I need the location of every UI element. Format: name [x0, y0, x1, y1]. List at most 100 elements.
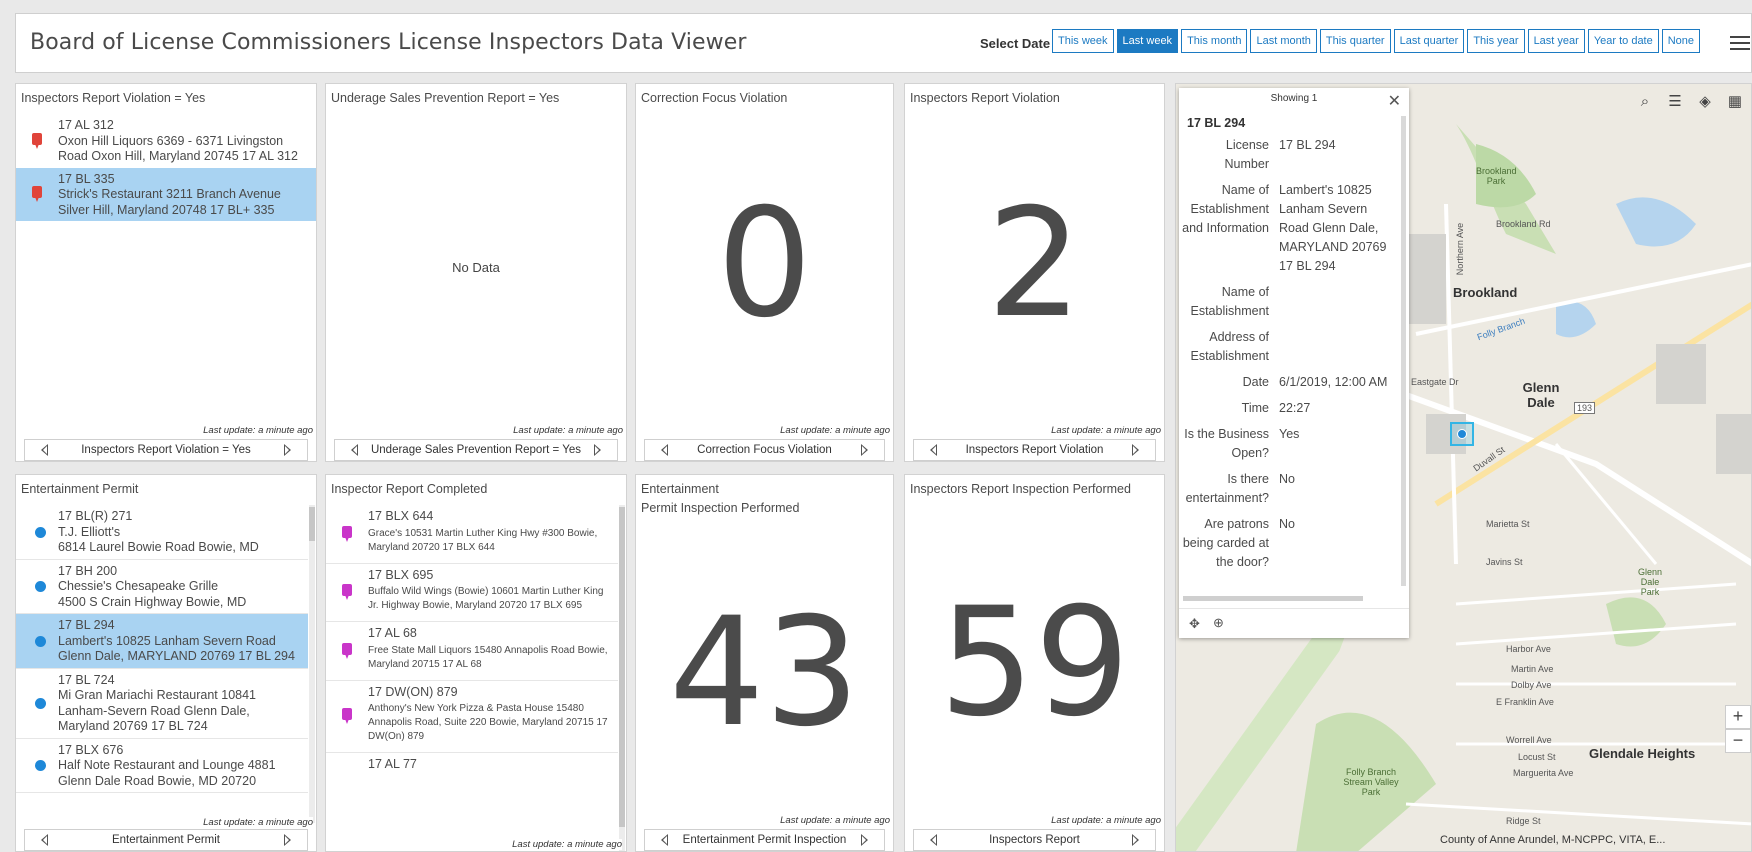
- indicator-value: 2: [986, 177, 1083, 351]
- zoom-to-icon[interactable]: ⊕: [1213, 615, 1224, 631]
- panel-footer-nav: Correction Focus Violation: [644, 439, 885, 461]
- prev-arrow-icon[interactable]: [930, 834, 937, 846]
- close-icon[interactable]: ✕: [1388, 91, 1401, 111]
- select-date-label: Select Date: [980, 36, 1051, 51]
- date-btn-last-month[interactable]: Last month: [1250, 29, 1317, 53]
- map-pin-icon: [342, 584, 352, 601]
- list-item[interactable]: 17 BL(R) 271 T.J. Elliott's 6814 Laurel …: [16, 505, 308, 560]
- prev-arrow-icon[interactable]: [930, 444, 937, 456]
- list-item-selected[interactable]: 17 BL 294 Lambert's 10825 Lanham Severn …: [16, 614, 308, 669]
- last-update-text: Last update: a minute ago: [780, 815, 890, 826]
- panel-footer-nav: Inspectors Report Violation = Yes: [24, 439, 308, 461]
- date-btn-year-to-date[interactable]: Year to date: [1587, 29, 1659, 53]
- next-arrow-icon[interactable]: [284, 444, 291, 456]
- hamburger-menu-icon[interactable]: [1730, 32, 1750, 52]
- next-arrow-icon[interactable]: [1132, 834, 1139, 846]
- list-item[interactable]: 17 DW(ON) 879 Anthony's New York Pizza &…: [326, 681, 618, 753]
- attr-row: Name of Establishment: [1190, 285, 1269, 318]
- last-update-text: Last update: a minute ago: [1051, 815, 1161, 826]
- map-toolbar: ⌕ ☰ ◈ ▦: [1637, 94, 1743, 110]
- legend-icon[interactable]: ☰: [1667, 94, 1683, 110]
- panel-title: Inspectors Report Inspection Performed: [910, 482, 1131, 496]
- next-arrow-icon[interactable]: [594, 444, 601, 456]
- map-label: Glenn Dale Park: [1637, 567, 1663, 597]
- list-scrollbar[interactable]: [619, 505, 625, 851]
- popup-attribute-table: License Number 17 BL 294 Name of Establis…: [1179, 136, 1401, 579]
- list-scrollbar[interactable]: [309, 505, 315, 823]
- building: [1716, 414, 1751, 474]
- map-label: Glenn Dale: [1522, 380, 1560, 410]
- attr-row: Is there entertainment? No: [1185, 472, 1295, 505]
- panel-inspector-report-completed: Inspector Report Completed 17 BLX 644 Gr…: [325, 474, 627, 852]
- map-pin-icon: [32, 132, 42, 149]
- footer-label: Inspectors Report Violation: [965, 444, 1104, 456]
- panel-subtitle: Permit Inspection Performed: [641, 501, 800, 515]
- panel-underage-sales: Underage Sales Prevention Report = Yes N…: [325, 83, 627, 462]
- list-item[interactable]: 17 BL 724 Mi Gran Mariachi Restaurant 10…: [16, 669, 308, 739]
- panel-title: Correction Focus Violation: [641, 91, 788, 105]
- next-arrow-icon[interactable]: [284, 834, 291, 846]
- list-item[interactable]: 17 AL 77: [326, 753, 618, 776]
- footer-label: Correction Focus Violation: [697, 444, 832, 456]
- popup-toolbar: ✥ ⊕: [1179, 608, 1409, 638]
- panel-violation-yes: Inspectors Report Violation = Yes 17 AL …: [15, 83, 317, 462]
- list-item[interactable]: 17 AL 68 Free State Mall Liquors 15480 A…: [326, 622, 618, 681]
- list-item-selected[interactable]: 17 BL 335 Strick's Restaurant 3211 Branc…: [16, 167, 316, 221]
- attr-row: Date 6/1/2019, 12:00 AM: [1242, 375, 1388, 389]
- panel-title: Inspectors Report Violation = Yes: [21, 91, 206, 105]
- panel-footer-nav: Entertainment Permit Inspection: [644, 829, 885, 851]
- next-arrow-icon[interactable]: [1132, 444, 1139, 456]
- pan-icon[interactable]: ✥: [1189, 616, 1200, 632]
- panel-entertainment-inspection: Entertainment Permit Inspection Performe…: [635, 474, 894, 852]
- popup-scrollbar[interactable]: [1401, 116, 1406, 586]
- point-marker-icon[interactable]: [1457, 429, 1467, 439]
- map-label: Martin Ave: [1511, 664, 1554, 674]
- date-btn-last-quarter[interactable]: Last quarter: [1393, 29, 1465, 53]
- search-icon[interactable]: ⌕: [1637, 94, 1653, 110]
- list-item[interactable]: 17 BLX 644 Grace's 10531 Martin Luther K…: [326, 505, 618, 564]
- zoom-out-button[interactable]: −: [1725, 729, 1751, 753]
- map-label: Marguerita Ave: [1513, 768, 1574, 778]
- point-marker-icon: [35, 760, 46, 772]
- last-update-text: Last update: a minute ago: [203, 425, 313, 436]
- indicator-value: 0: [716, 177, 813, 351]
- map-label: Glendale Heights: [1589, 746, 1696, 761]
- list-item[interactable]: 17 BLX 676 Half Note Restaurant and Loun…: [16, 739, 308, 793]
- prev-arrow-icon[interactable]: [661, 834, 668, 846]
- list-item[interactable]: 17 BLX 695 Buffalo Wild Wings (Bowie) 10…: [326, 564, 618, 622]
- map-label: Javins St: [1486, 557, 1523, 567]
- last-update-text: Last update: a minute ago: [512, 839, 622, 850]
- attr-row: Address of Establishment: [1190, 330, 1269, 363]
- selected-feature-highlight[interactable]: [1450, 422, 1474, 446]
- map-label: Dolby Ave: [1511, 680, 1552, 690]
- map-label: Brookland Park: [1476, 166, 1517, 186]
- basemap-gallery-icon[interactable]: ▦: [1727, 94, 1743, 110]
- next-arrow-icon[interactable]: [861, 444, 868, 456]
- date-btn-this-week[interactable]: This week: [1052, 29, 1114, 53]
- zoom-in-button[interactable]: +: [1725, 705, 1751, 729]
- date-btn-this-month[interactable]: This month: [1181, 29, 1248, 53]
- prev-arrow-icon[interactable]: [41, 834, 48, 846]
- list-item[interactable]: 17 BH 200 Chessie's Chesapeake Grille 45…: [16, 560, 308, 614]
- panel-correction-focus: Correction Focus Violation 0 Last update…: [635, 83, 894, 462]
- feature-popup: Showing 1 ✕ 17 BL 294 License Number 17 B…: [1179, 88, 1409, 638]
- date-btn-none[interactable]: None: [1661, 29, 1701, 53]
- prev-arrow-icon[interactable]: [351, 444, 358, 456]
- map-label: Marietta St: [1486, 519, 1530, 529]
- panel-title: Entertainment: [641, 482, 719, 496]
- layers-icon[interactable]: ◈: [1697, 94, 1713, 110]
- map-pin-icon: [342, 642, 352, 659]
- next-arrow-icon[interactable]: [861, 834, 868, 846]
- footer-label: Entertainment Permit: [111, 834, 220, 846]
- date-filter-buttons: This week Last week This month Last mont…: [1052, 29, 1701, 53]
- date-btn-this-quarter[interactable]: This quarter: [1319, 29, 1391, 53]
- attr-row: Time 22:27: [1241, 401, 1311, 415]
- date-btn-last-year[interactable]: Last year: [1527, 29, 1585, 53]
- date-btn-last-week[interactable]: Last week: [1116, 29, 1179, 53]
- prev-arrow-icon[interactable]: [41, 444, 48, 456]
- list-item[interactable]: 17 AL 312 Oxon Hill Liquors 6369 - 6371 …: [16, 114, 316, 168]
- date-btn-this-year[interactable]: This year: [1467, 29, 1525, 53]
- popup-hscrollbar[interactable]: [1183, 596, 1363, 601]
- prev-arrow-icon[interactable]: [661, 444, 668, 456]
- map-label: Worrell Ave: [1506, 735, 1552, 745]
